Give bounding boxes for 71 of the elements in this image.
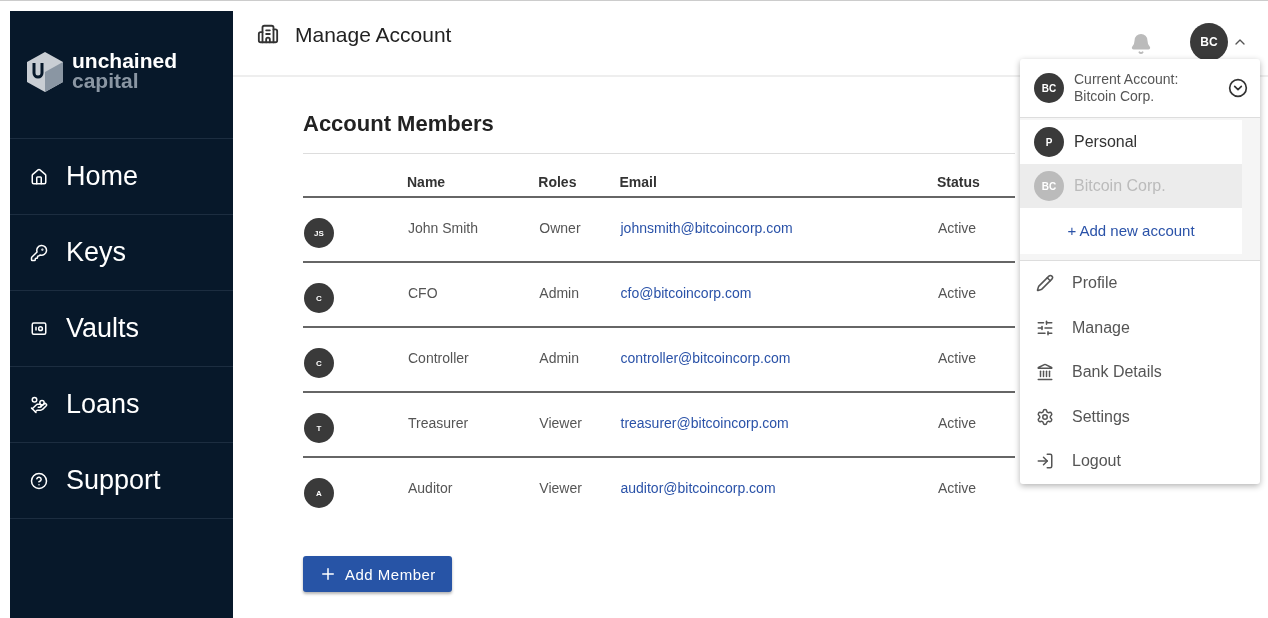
email-link[interactable]: cfo@bitcoincorp.com <box>619 262 937 327</box>
cube-logo-icon <box>26 51 64 93</box>
member-avatar: C <box>304 283 334 313</box>
table-cell: Treasurer <box>407 392 539 457</box>
menu-item-label: Manage <box>1072 318 1130 337</box>
table-cell: Viewer <box>538 392 620 457</box>
table-cell: Active <box>936 457 1015 522</box>
column-header: Name <box>407 154 539 197</box>
table-cell: Auditor <box>407 457 539 522</box>
email-link[interactable]: johnsmith@bitcoincorp.com <box>619 197 937 262</box>
building-icon <box>257 23 279 45</box>
logo-text: capital <box>72 71 140 91</box>
table-cell: Owner <box>538 197 620 262</box>
member-avatar: C <box>304 348 334 378</box>
column-header: Email <box>619 154 937 197</box>
account-avatar: P <box>1034 127 1064 157</box>
menu-item[interactable]: Settings <box>1020 394 1260 439</box>
plus-icon <box>319 565 337 583</box>
add-account-link[interactable]: + Add new account <box>1020 208 1242 254</box>
table-cell: Admin <box>538 327 620 392</box>
nav-item[interactable]: Home <box>10 139 233 215</box>
nav-item[interactable]: Keys <box>10 215 233 291</box>
home-icon <box>30 167 48 186</box>
sliders-icon <box>1036 318 1054 337</box>
nav-item[interactable]: Support <box>10 443 233 519</box>
table-cell: Controller <box>407 327 539 392</box>
account-avatar: BC <box>1034 171 1064 201</box>
column-header: Roles <box>538 154 620 197</box>
member-avatar: JS <box>304 218 334 248</box>
question-icon <box>30 471 48 490</box>
logout-icon <box>1036 452 1054 471</box>
table-cell: Viewer <box>538 457 620 522</box>
table-cell: Active <box>936 392 1015 457</box>
nav-item[interactable]: Loans <box>10 367 233 443</box>
table-cell: John Smith <box>407 197 539 262</box>
member-avatar: T <box>304 413 334 443</box>
key-icon <box>30 243 48 262</box>
account-option[interactable]: P Personal <box>1020 120 1242 164</box>
table-cell: Active <box>936 327 1015 392</box>
menu-item[interactable]: Profile <box>1020 261 1260 306</box>
menu-item[interactable]: Bank Details <box>1020 350 1260 395</box>
section-title: Account Members <box>303 111 1015 154</box>
pencil-icon <box>1036 274 1054 293</box>
menu-item-label: Logout <box>1072 452 1121 471</box>
email-link[interactable]: controller@bitcoincorp.com <box>619 327 937 392</box>
menu-item-label: Profile <box>1072 274 1118 293</box>
hand-coin-icon <box>30 395 48 414</box>
member-avatar: A <box>304 478 334 508</box>
nav-item[interactable]: Vaults <box>10 291 233 367</box>
menu-item[interactable]: Logout <box>1020 439 1260 484</box>
page-title: Manage Account <box>295 23 453 47</box>
email-link[interactable]: treasurer@bitcoincorp.com <box>619 392 937 457</box>
menu-item-label: Bank Details <box>1072 363 1162 382</box>
table-cell: Active <box>936 262 1015 327</box>
account-avatar[interactable]: BC <box>1190 23 1228 61</box>
logo-text: unchained <box>72 51 177 71</box>
column-header: Status <box>936 154 1015 197</box>
bank-icon <box>1036 363 1054 382</box>
menu-item-label: Settings <box>1072 407 1130 426</box>
email-link[interactable]: auditor@bitcoincorp.com <box>619 457 937 522</box>
add-member-button[interactable]: Add Member <box>303 556 452 592</box>
account-avatar: BC <box>1034 73 1064 103</box>
table-cell: Admin <box>538 262 620 327</box>
chevron-down-circle-icon[interactable] <box>1228 78 1248 98</box>
table-cell: CFO <box>407 262 539 327</box>
table-cell: Active <box>936 197 1015 262</box>
menu-item[interactable]: Manage <box>1020 305 1260 350</box>
current-account-text: Current Account: Bitcoin Corp. <box>1074 71 1180 105</box>
safe-icon <box>30 319 48 338</box>
settings-icon <box>1036 407 1054 426</box>
account-name: Personal <box>1074 133 1138 151</box>
